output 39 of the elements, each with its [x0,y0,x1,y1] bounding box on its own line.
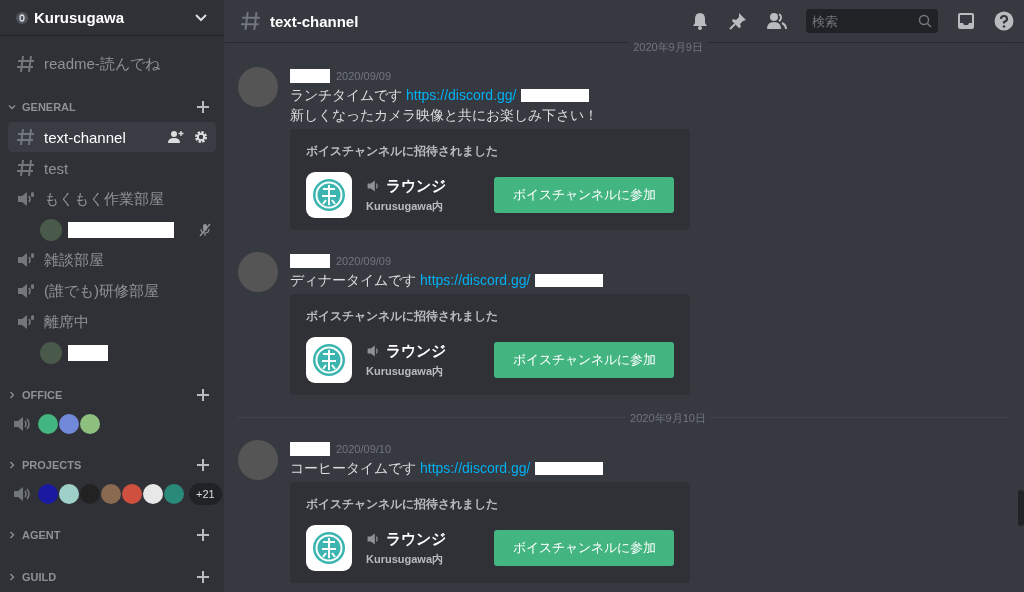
category-label[interactable]: PROJECTS [22,459,190,471]
channel-item[interactable]: text-channel [8,122,216,152]
channel-item[interactable]: (誰でも)研修部屋 [8,276,216,306]
timestamp: 2020/09/09 [336,70,392,82]
timestamp: 2020/09/10 [336,443,392,455]
search-field[interactable]: 検索 [806,9,938,33]
invite-heading: ボイスチャンネルに招待されました [306,308,499,325]
message-text: ディナータイムです [290,271,416,290]
join-voice-button[interactable]: ボイスチャンネルに参加 [494,177,674,213]
channel-title: text-channel [270,12,360,30]
voice-channel-name: ラウンジ [386,176,446,196]
channel-item[interactable]: もくもく作業部屋 [8,184,216,214]
channel-item[interactable]: test [8,153,216,183]
voice-channel-name: ラウンジ [386,529,446,549]
server-name: Kurusugawa [34,9,125,26]
invite-link[interactable]: https://discord.gg/ [420,460,531,476]
channel-item[interactable]: readme-読んでね [8,49,216,79]
server-header[interactable]: Kurusugawa [0,0,224,35]
invite-heading: ボイスチャンネルに招待されました [306,143,499,160]
server-name: Kurusugawa内 [366,551,444,567]
message-text: ランチタイムです [290,86,402,105]
channel-item[interactable]: 離席中 [8,307,216,337]
category-label[interactable]: GENERAL [22,101,190,113]
join-voice-button[interactable]: ボイスチャンネルに参加 [494,530,674,566]
category-label[interactable]: GUILD [22,571,190,583]
more-users-badge[interactable]: +21 [189,483,222,505]
message-text: 新しくなったカメラ映像と共にお楽しみ下さい！ [290,106,599,125]
server-name: Kurusugawa内 [366,363,444,379]
category-label[interactable]: OFFICE [22,389,190,401]
server-name: Kurusugawa内 [366,198,444,214]
join-voice-button[interactable]: ボイスチャンネルに参加 [494,342,674,378]
invite-link[interactable]: https://discord.gg/ [406,87,517,103]
timestamp: 2020/09/09 [336,255,392,267]
channel-item[interactable]: 雑談部屋 [8,245,216,275]
invite-link[interactable]: https://discord.gg/ [420,272,531,288]
invite-heading: ボイスチャンネルに招待されました [306,496,499,513]
category-label[interactable]: AGENT [22,529,190,541]
message-text: コーヒータイムです [290,459,416,478]
voice-channel-name: ラウンジ [386,341,446,361]
